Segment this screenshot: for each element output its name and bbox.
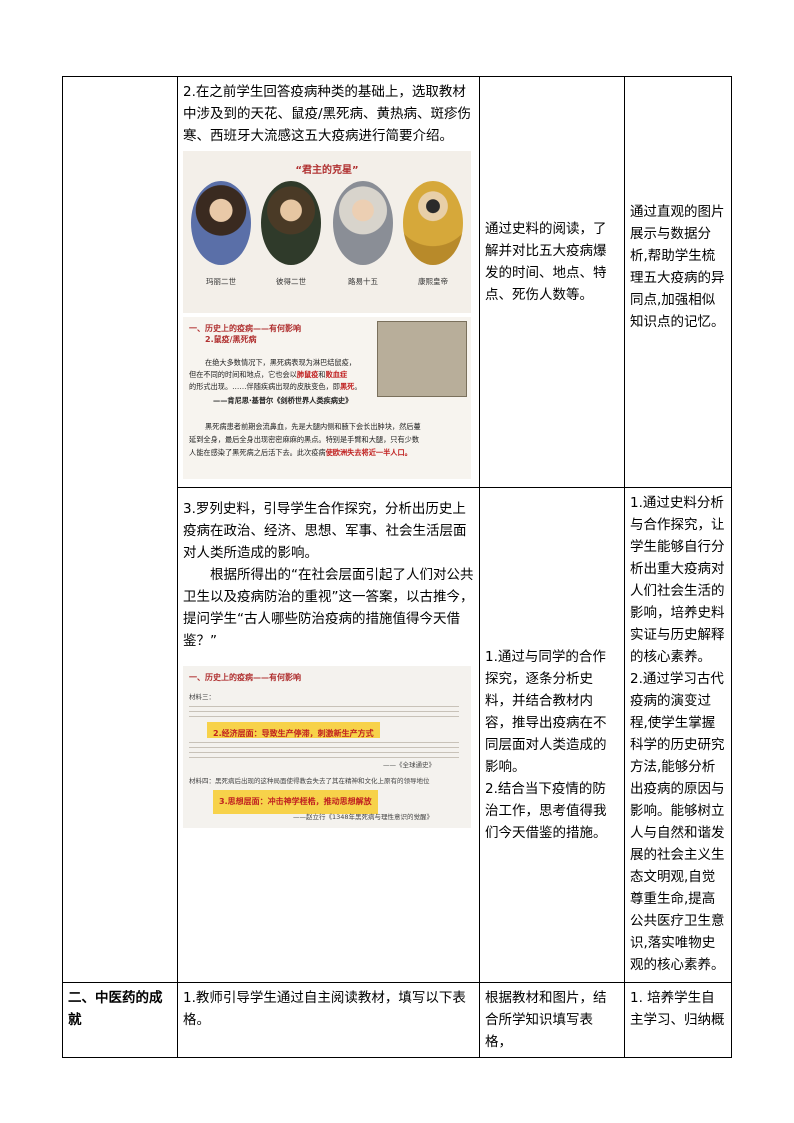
lesson-plan-table: 2.在之前学生回答疫病种类的基础上，选取教材中涉及到的天花、鼠疫/黑死病、黄热病… (62, 76, 732, 1058)
activity-text: 2.在之前学生回答疫病种类的基础上，选取教材中涉及到的天花、鼠疫/黑死病、黄热病… (183, 84, 472, 144)
table-row: 二、中医药的成就 1.教师引导学生通过自主阅读教材，填写以下表格。 根据教材和图… (62, 982, 732, 1058)
table-row: 2.在之前学生回答疫病种类的基础上，选取教材中涉及到的天花、鼠疫/黑死病、黄热病… (62, 76, 732, 983)
kings-image-title: “君主的克星” (295, 165, 359, 176)
activity-cell: 3.罗列史料，引导学生合作探究，分析出历史上疫病在政治、经济、思想、军事、社会生… (177, 487, 480, 983)
highlight-ideological: 3.思想层面：冲击神学桎梏，推动思想解放 (213, 790, 378, 814)
design-intent-text: 通过直观的图片展示与数据分析,帮助学生梳理五大疫病的异同点,加强相似知识点的记忆… (630, 204, 725, 330)
caption-peter: 彼得二世 (276, 277, 306, 286)
blurred-text (189, 702, 459, 718)
design-intent-cell: 通过直观的图片展示与数据分析,帮助学生梳理五大疫病的异同点,加强相似知识点的记忆… (624, 76, 732, 488)
design-intent-text: 2.通过学习古代疫病的演变过程,使学生掌握科学的历史研究方法,能够分析出疫病的原… (630, 671, 725, 973)
panel-heading: 一、历史上的疫病——有何影响 (189, 673, 301, 682)
student-activity-text: 通过史料的阅读，了解并对比五大疫病爆发的时间、地点、特点、死伤人数等。 (485, 221, 607, 303)
panel-heading: 一、历史上的疫病——有何影响 2.鼠疫/黑死病 (189, 324, 301, 344)
kings-image: “君主的克星” 玛丽二世 彼得二世 路易十五 康熙皇帝 (183, 151, 471, 313)
stage-cell: 二、中医药的成就 (62, 982, 178, 1058)
student-activity-cell: 1.通过与同学的合作探究，逐条分析史料，并结合教材内容，推导出疫病在不同层面对人… (479, 487, 625, 983)
plague-line7: 人能在感染了黑死病之后活下去。此次疫病使欧洲失去将近一半人口。 (189, 448, 412, 457)
caption-louis: 路易十五 (348, 277, 378, 286)
caption-mary: 玛丽二世 (206, 277, 236, 286)
impact-image: 一、历史上的疫病——有何影响 材料三： 2.经济层面：导致生产停滞，刺激新生产方… (183, 666, 471, 828)
caption-kangxi: 康熙皇帝 (418, 277, 448, 286)
black-death-image: 一、历史上的疫病——有何影响 2.鼠疫/黑死病 在绝大多数情况下，黑死病表现为淋… (183, 317, 471, 479)
portrait-peter (261, 181, 321, 265)
design-intent-cell: 1. 培养学生自主学习、归纳概 (624, 982, 732, 1058)
activity-cell: 1.教师引导学生通过自主阅读教材，填写以下表格。 (177, 982, 480, 1058)
activity-text: 3.罗列史料，引导学生合作探究，分析出历史上疫病在政治、经济、思想、军事、社会生… (183, 501, 467, 561)
design-intent-text: 1.通过史料分析与合作探究，让学生能够自行分析出重大疫病对人们社会生活的影响，培… (630, 495, 725, 665)
stage-cell-empty (62, 76, 178, 983)
student-activity-cell: 通过史料的阅读，了解并对比五大疫病爆发的时间、地点、特点、死伤人数等。 (479, 76, 625, 488)
activity-cell: 2.在之前学生回答疫病种类的基础上，选取教材中涉及到的天花、鼠疫/黑死病、黄热病… (177, 76, 480, 488)
student-activity-text: 2.结合当下疫情的防治工作，思考值得我们今天借鉴的措施。 (485, 781, 607, 841)
plague-line2: 但在不同的时间和地点，它也会以肺鼠疫和败血症 (189, 370, 348, 379)
woodcut-illustration (377, 321, 467, 397)
portrait-kangxi (403, 181, 463, 265)
student-activity-text: 1.通过与同学的合作探究，逐条分析史料，并结合教材内容，推导出疫病在不同层面对人… (485, 649, 607, 775)
portrait-mary (191, 181, 251, 265)
portrait-louis (333, 181, 393, 265)
design-intent-cell: 1.通过史料分析与合作探究，让学生能够自行分析出重大疫病对人们社会生活的影响，培… (624, 487, 732, 983)
blurred-text (189, 738, 459, 758)
activity-text: 根据所得出的“在社会层面引起了人们对公共卫生以及疫病防治的重视”这一答案，以古推… (183, 567, 474, 649)
student-activity-cell: 根据教材和图片，结合所学知识填写表格， (479, 982, 625, 1058)
plague-line3: 的形式出现。……伴随疾病出现的皮肤变色，即黑死。 (189, 382, 362, 391)
